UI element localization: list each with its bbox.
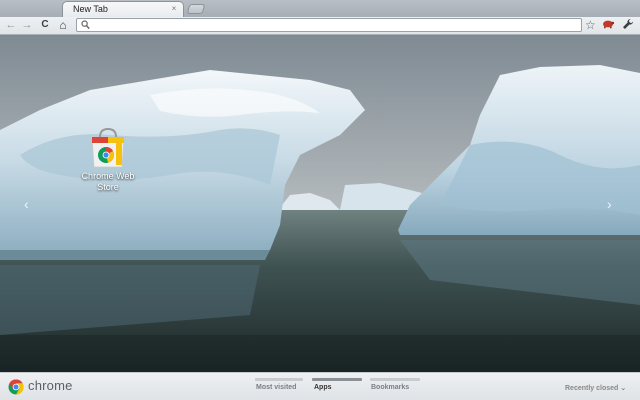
chrome-logo-text: chrome <box>28 378 73 393</box>
nav-most-visited[interactable]: Most visited <box>256 384 296 391</box>
ntp-footer: chrome Most visited Apps Bookmarks Recen… <box>0 372 640 400</box>
close-icon[interactable]: × <box>170 5 178 13</box>
nav-indicator-bookmarks <box>370 378 420 381</box>
page-left-arrow-icon[interactable]: ‹ <box>24 196 29 212</box>
page-right-arrow-icon[interactable]: › <box>607 196 612 212</box>
back-icon[interactable]: ← <box>4 18 18 32</box>
toolbar: ← → C ⌂ ☆ <box>0 17 640 35</box>
tab-strip: New Tab × <box>0 0 640 17</box>
chrome-logo-icon <box>8 379 24 395</box>
app-label: Chrome Web Store <box>81 171 135 192</box>
iceberg-background <box>0 35 640 372</box>
reload-icon[interactable]: C <box>38 18 52 32</box>
app-chrome-web-store[interactable]: Chrome Web Store <box>72 125 144 193</box>
wrench-icon[interactable] <box>622 18 634 30</box>
nav-apps[interactable]: Apps <box>314 384 332 391</box>
nav-indicator-apps <box>312 378 362 381</box>
tab-new-tab[interactable]: New Tab × <box>62 1 184 17</box>
web-store-icon <box>91 127 125 168</box>
tab-title: New Tab <box>73 4 108 14</box>
new-tab-page: Chrome Web Store ‹ › <box>0 35 640 372</box>
forward-icon[interactable]: → <box>20 18 34 32</box>
new-tab-button[interactable] <box>186 4 206 14</box>
home-icon[interactable]: ⌂ <box>56 18 70 32</box>
omnibox[interactable] <box>76 18 582 32</box>
omnibox-input[interactable] <box>93 19 573 31</box>
bookmark-star-icon[interactable]: ☆ <box>585 18 596 32</box>
nav-indicator-most-visited <box>255 378 303 381</box>
nav-bookmarks[interactable]: Bookmarks <box>371 384 409 391</box>
recently-closed-menu[interactable]: Recently closed ⌄ <box>565 384 626 392</box>
search-icon <box>81 20 90 30</box>
extension-turtle-icon[interactable] <box>602 19 614 29</box>
